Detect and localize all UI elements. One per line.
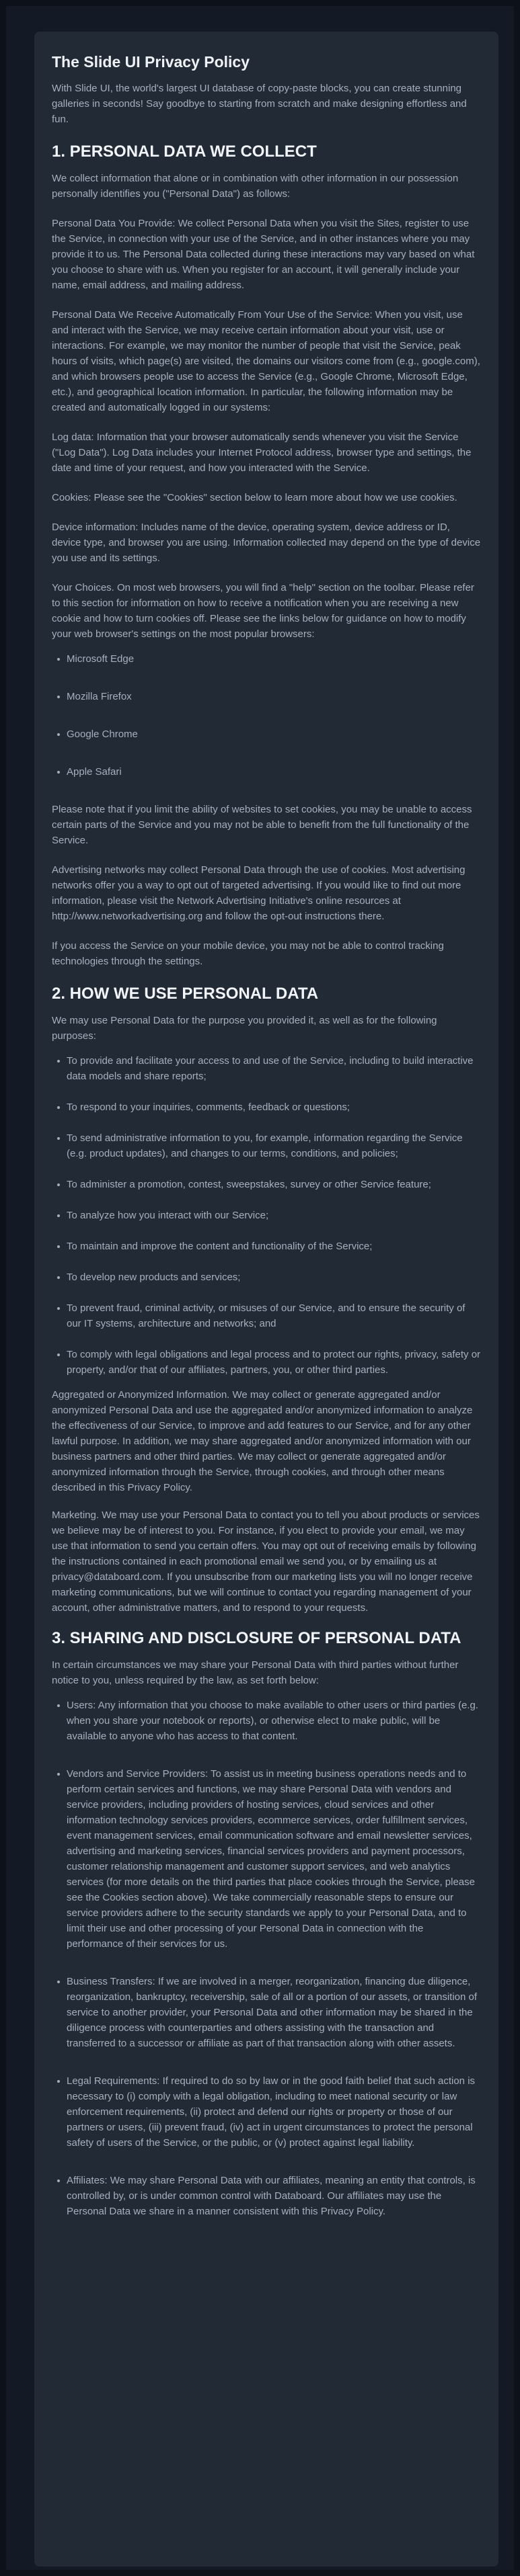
list-item: Apple Safari (57, 764, 481, 780)
list-item: Vendors and Service Providers: To assist… (57, 1766, 481, 1952)
page-frame: The Slide UI Privacy Policy With Slide U… (0, 0, 520, 2576)
paragraph: Please note that if you limit the abilit… (52, 804, 472, 846)
paragraph: Aggregated or Anonymized Information. We… (52, 1389, 473, 1493)
list-item: Google Chrome (57, 726, 481, 742)
list-item: To maintain and improve the content and … (57, 1239, 481, 1254)
purpose-list: To provide and facilitate your access to… (52, 1053, 481, 1378)
paragraph: Your Choices. On most web browsers, you … (52, 582, 474, 640)
intro-paragraph: With Slide UI, the world's largest UI da… (52, 83, 467, 125)
list-item: Affiliates: We may share Personal Data w… (57, 2173, 481, 2219)
page-title: The Slide UI Privacy Policy (52, 53, 250, 71)
paragraph: Device information: Includes name of the… (52, 522, 481, 564)
list-item: To send administrative information to yo… (57, 1130, 481, 1161)
list-item: To analyze how you interact with our Ser… (57, 1208, 481, 1223)
section-sharing-disclosure: 3. SHARING AND DISCLOSURE OF PERSONAL DA… (52, 1628, 481, 2219)
list-item: Mozilla Firefox (57, 689, 481, 704)
paragraph: We collect information that alone or in … (52, 173, 459, 200)
list-item: To respond to your inquiries, comments, … (57, 1099, 481, 1115)
paragraph: Personal Data We Receive Automatically F… (52, 309, 480, 413)
section-heading: 3. SHARING AND DISCLOSURE OF PERSONAL DA… (52, 1629, 461, 1647)
paragraph: Marketing. We may use your Personal Data… (52, 1509, 480, 1614)
policy-card: The Slide UI Privacy Policy With Slide U… (34, 32, 498, 2567)
list-item: To develop new products and services; (57, 1270, 481, 1285)
section-heading: 2. HOW WE USE PERSONAL DATA (52, 985, 319, 1003)
list-item: To provide and facilitate your access to… (57, 1053, 481, 1084)
list-item: Users: Any information that you choose t… (57, 1698, 481, 1744)
paragraph: Advertising networks may collect Persona… (52, 864, 466, 922)
list-item: To prevent fraud, criminal activity, or … (57, 1300, 481, 1331)
paragraph: Cookies: Please see the "Cookies" sectio… (52, 492, 457, 503)
list-item: To administer a promotion, contest, swee… (57, 1177, 481, 1192)
list-item: To comply with legal obligations and leg… (57, 1347, 481, 1378)
list-item: Business Transfers: If we are involved i… (57, 1974, 481, 2051)
paragraph: We may use Personal Data for the purpose… (52, 1015, 437, 1042)
section-personal-data-collect: 1. PERSONAL DATA WE COLLECT We collect i… (52, 141, 481, 969)
list-item: Microsoft Edge (57, 651, 481, 667)
list-item: Legal Requirements: If required to do so… (57, 2073, 481, 2151)
section-how-we-use: 2. HOW WE USE PERSONAL DATA We may use P… (52, 983, 481, 1616)
paragraph: Log data: Information that your browser … (52, 431, 472, 474)
paragraph: In certain circumstances we may share yo… (52, 1659, 459, 1686)
section-heading: 1. PERSONAL DATA WE COLLECT (52, 142, 317, 161)
sharing-list: Users: Any information that you choose t… (52, 1698, 481, 2219)
paragraph: Personal Data You Provide: We collect Pe… (52, 218, 475, 291)
paragraph: If you access the Service on your mobile… (52, 940, 444, 967)
browser-list: Microsoft Edge Mozilla Firefox Google Ch… (52, 651, 481, 780)
